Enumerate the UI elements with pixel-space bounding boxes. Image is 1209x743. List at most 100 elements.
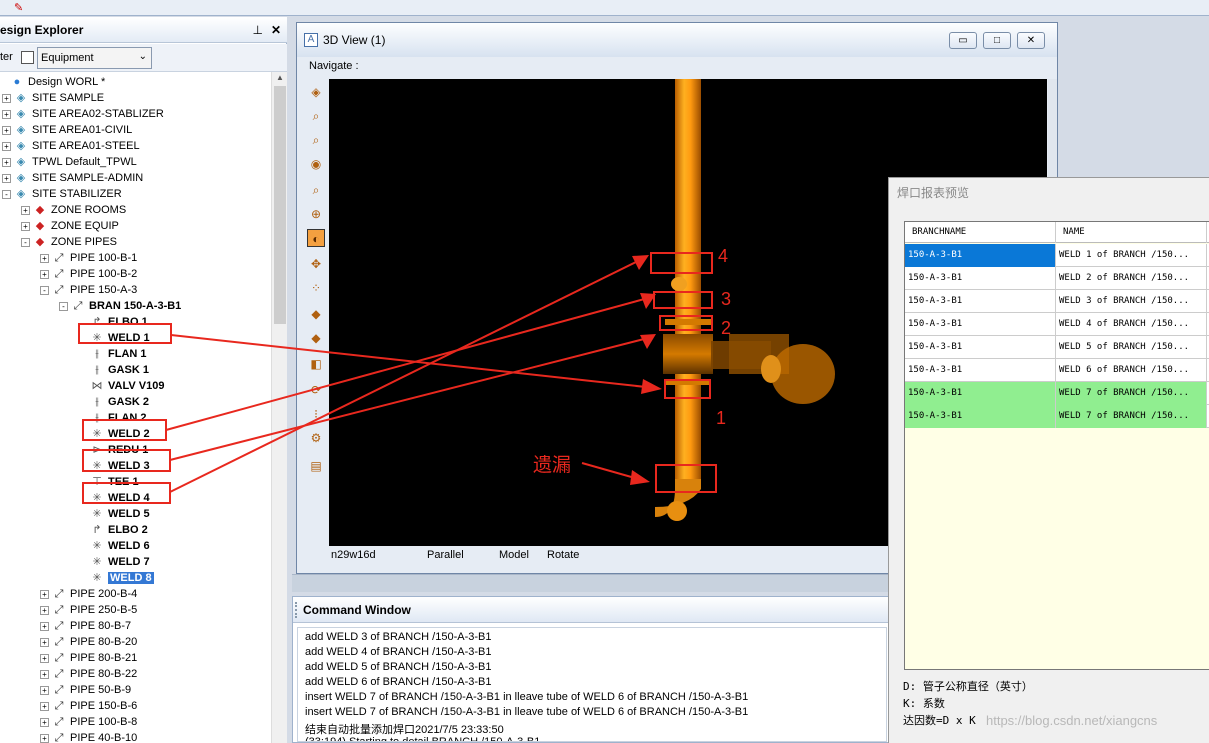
tree-node[interactable]: ⊤ TEE 1 [78,474,138,490]
tree-node[interactable]: ⋈ VALV V109 [78,378,165,394]
expand-icon[interactable]: + [40,717,49,727]
tree-node[interactable]: + ⤢ PIPE 100-B-2 [40,266,137,282]
tree-node[interactable]: ✳ WELD 8 [78,570,154,586]
tree-node[interactable]: - ⤢ PIPE 150-A-3 [40,282,137,298]
tree-node[interactable]: ● Design WORL * [0,74,106,90]
filter-checkbox[interactable] [21,51,34,64]
table-row[interactable]: 150-A-3-B1 WELD 1 of BRANCH /150... [905,244,1209,267]
tree-node[interactable]: + ⤢ PIPE 80-B-20 [40,634,137,650]
tree-node[interactable]: + ⤢ PIPE 200-B-4 [40,586,137,602]
tree-node[interactable]: ⫲ GASK 1 [78,362,149,378]
tree-node[interactable]: + ⤢ PIPE 80-B-22 [40,666,137,682]
table-row[interactable]: 150-A-3-B1 WELD 3 of BRANCH /150... [905,290,1209,313]
tree-node[interactable]: + ⤢ PIPE 100-B-8 [40,714,137,730]
tree-node[interactable]: + ◈ SITE SAMPLE-ADMIN [2,170,143,186]
close-icon[interactable]: ✕ [271,17,281,43]
tree-node[interactable]: + ◆ ZONE ROOMS [21,202,126,218]
expand-icon[interactable]: + [40,589,49,599]
expand-icon[interactable]: + [2,141,11,151]
tree-node[interactable]: + ◈ SITE AREA02-STABLIZER [2,106,164,122]
pencil-icon[interactable]: ✎ [14,1,28,15]
settings-icon[interactable]: ⁝ [307,405,325,423]
pan-icon[interactable]: ✥ [307,255,325,273]
collapse-icon[interactable]: - [59,301,68,311]
collapse-icon[interactable]: - [40,285,49,295]
table-row[interactable]: 150-A-3-B1 WELD 7 of BRANCH /150... [905,382,1209,405]
collapse-icon[interactable]: - [2,189,11,199]
cell-branchname[interactable]: 150-A-3-B1 [905,405,1056,428]
plan-view-icon[interactable]: ◆ [307,329,325,347]
expand-icon[interactable]: + [40,605,49,615]
limits-icon[interactable]: ◉ [307,155,325,173]
tree-node[interactable]: + ⤢ PIPE 100-B-1 [40,250,137,266]
expand-icon[interactable]: + [21,205,30,215]
walk-icon[interactable]: ⁘ [307,279,325,297]
expand-icon[interactable]: + [40,621,49,631]
tree-node[interactable]: ⊳ REDU 1 [78,442,148,458]
grip-icon[interactable] [295,602,298,618]
tree-node[interactable]: ⫲ GASK 2 [78,394,149,410]
tree-node[interactable]: ↱ ELBO 2 [78,522,147,538]
cell-name[interactable]: WELD 2 of BRANCH /150... [1056,267,1207,290]
scrollbar-thumb[interactable] [274,86,286,324]
cell-branchname[interactable]: 150-A-3-B1 [905,359,1056,382]
expand-icon[interactable]: + [40,669,49,679]
tree-node[interactable]: + ⤢ PIPE 40-B-10 [40,730,137,743]
zoom-window-icon[interactable]: ⌕ [307,107,325,125]
tree-node[interactable]: + ⤢ PIPE 150-B-6 [40,698,137,714]
refresh-icon[interactable]: ⟳ [307,381,325,399]
table-row[interactable]: 150-A-3-B1 WELD 5 of BRANCH /150... [905,336,1209,359]
cell-name[interactable]: WELD 1 of BRANCH /150... [1056,244,1207,267]
close-button[interactable]: ✕ [1017,32,1045,49]
cell-name[interactable]: WELD 4 of BRANCH /150... [1056,313,1207,336]
tree-node[interactable]: ✳ WELD 4 [78,490,149,506]
tree-node[interactable]: ✳ WELD 1 [78,330,149,346]
tree-node[interactable]: ✳ WELD 2 [78,426,149,442]
view-cube-icon[interactable]: ◈ [307,83,325,101]
table-row[interactable]: 150-A-3-B1 WELD 4 of BRANCH /150... [905,313,1209,336]
windows-icon[interactable]: ▤ [307,457,325,475]
zoom-icon[interactable]: ⊕ [307,205,325,223]
tree-node[interactable]: ✳ WELD 7 [78,554,149,570]
tree-node[interactable]: - ⤢ BRAN 150-A-3-B1 [59,298,181,314]
tree-node[interactable]: ✳ WELD 6 [78,538,149,554]
cell-branchname[interactable]: 150-A-3-B1 [905,244,1056,267]
tree-scrollbar[interactable]: ▲ [271,72,287,743]
expand-icon[interactable]: + [2,93,11,103]
tree-node[interactable]: + ⤢ PIPE 80-B-21 [40,650,137,666]
tree-node[interactable]: + ◆ ZONE EQUIP [21,218,119,234]
expand-icon[interactable]: + [40,733,49,743]
zoom-in-icon[interactable]: ⌕ [307,181,325,199]
cell-name[interactable]: WELD 7 of BRANCH /150... [1056,382,1207,405]
cell-name[interactable]: WELD 3 of BRANCH /150... [1056,290,1207,313]
cell-branchname[interactable]: 150-A-3-B1 [905,290,1056,313]
expand-icon[interactable]: + [21,221,30,231]
expand-icon[interactable]: + [40,701,49,711]
table-row[interactable]: 150-A-3-B1 WELD 7 of BRANCH /150... [905,405,1209,428]
expand-icon[interactable]: + [40,653,49,663]
minimize-button[interactable]: ▭ [949,32,977,49]
collapse-icon[interactable]: - [21,237,30,247]
table-row[interactable]: 150-A-3-B1 WELD 6 of BRANCH /150... [905,359,1209,382]
cell-name[interactable]: WELD 6 of BRANCH /150... [1056,359,1207,382]
tree-node[interactable]: + ◈ SITE AREA01-CIVIL [2,122,132,138]
expand-icon[interactable]: + [40,637,49,647]
splitter-bar[interactable] [292,574,889,592]
tree-node[interactable]: + ⤢ PIPE 250-B-5 [40,602,137,618]
cell-name[interactable]: WELD 5 of BRANCH /150... [1056,336,1207,359]
expand-icon[interactable]: + [2,173,11,183]
cell-branchname[interactable]: 150-A-3-B1 [905,313,1056,336]
tree-node[interactable]: ⫲ FLAN 1 [78,346,146,362]
header-name[interactable]: NAME [1056,222,1207,243]
expand-icon[interactable]: + [40,269,49,279]
pin-icon[interactable]: ⊥ [253,17,263,43]
tree-node[interactable]: - ◆ ZONE PIPES [21,234,117,250]
tree-node[interactable]: + ◈ TPWL Default_TPWL [2,154,137,170]
tree-node[interactable]: + ◈ SITE AREA01-STEEL [2,138,140,154]
tree-node[interactable]: + ⤢ PIPE 80-B-7 [40,618,131,634]
tree-node[interactable]: + ◈ SITE SAMPLE [2,90,104,106]
maximize-button[interactable]: □ [983,32,1011,49]
iso-view-icon[interactable]: ◆ [307,305,325,323]
tree-node[interactable]: - ◈ SITE STABILIZER [2,186,122,202]
elevation-view-icon[interactable]: ◧ [307,355,325,373]
